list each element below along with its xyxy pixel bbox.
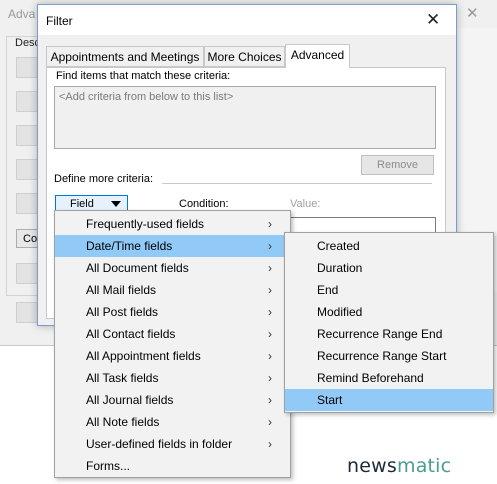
menu-item-modified[interactable]: Modified xyxy=(285,301,493,323)
chevron-right-icon: › xyxy=(268,327,272,341)
menu-item-label: Forms... xyxy=(86,459,130,473)
close-icon[interactable]: ✕ xyxy=(426,10,440,30)
menu-item-created[interactable]: Created xyxy=(285,235,493,257)
chevron-right-icon: › xyxy=(268,371,272,385)
menu-item-user-defined-fields[interactable]: User-defined fields in folder › xyxy=(55,433,290,455)
menu-item-all-note-fields[interactable]: All Note fields › xyxy=(55,411,290,433)
background-dialog-title: Adva xyxy=(8,7,36,21)
chevron-right-icon: › xyxy=(268,283,272,297)
chevron-right-icon: › xyxy=(268,349,272,363)
criteria-placeholder: <Add criteria from below to this list> xyxy=(59,91,234,103)
menu-item-label: All Document fields xyxy=(86,261,189,275)
background-close-icon[interactable]: ✕ xyxy=(466,4,479,22)
menu-item-start[interactable]: Start xyxy=(285,389,493,411)
menu-item-recurrence-range-start[interactable]: Recurrence Range Start xyxy=(285,345,493,367)
menu-item-all-task-fields[interactable]: All Task fields › xyxy=(55,367,290,389)
menu-item-forms[interactable]: Forms... xyxy=(55,455,290,477)
newsmatic-logo: newsmatic xyxy=(347,455,452,477)
field-menu: Frequently-used fields › Date/Time field… xyxy=(54,210,291,478)
menu-item-label: All Appointment fields xyxy=(86,349,201,363)
tab-more-choices[interactable]: More Choices xyxy=(204,46,285,67)
chevron-right-icon: › xyxy=(268,393,272,407)
menu-item-label: All Journal fields xyxy=(86,393,174,407)
chevron-right-icon: › xyxy=(268,437,272,451)
remove-button[interactable]: Remove xyxy=(361,155,434,175)
menu-item-all-mail-fields[interactable]: All Mail fields › xyxy=(55,279,290,301)
menu-item-duration[interactable]: Duration xyxy=(285,257,493,279)
menu-item-label: All Contact fields xyxy=(86,327,176,341)
define-more-criteria-label: Define more criteria: xyxy=(54,173,154,185)
tab-advanced[interactable]: Advanced xyxy=(285,44,350,68)
condition-label: Condition: xyxy=(179,198,229,210)
value-label: Value: xyxy=(290,198,321,210)
date-time-submenu: Created Duration End Modified Recurrence… xyxy=(284,232,494,413)
menu-item-label: End xyxy=(317,283,339,297)
chevron-right-icon: › xyxy=(268,217,272,231)
menu-item-label: Remind Beforehand xyxy=(317,371,424,385)
menu-item-all-document-fields[interactable]: All Document fields › xyxy=(55,257,290,279)
menu-item-all-contact-fields[interactable]: All Contact fields › xyxy=(55,323,290,345)
tab-appointments-and-meetings[interactable]: Appointments and Meetings xyxy=(46,46,204,67)
menu-item-label: All Task fields xyxy=(86,371,159,385)
menu-item-label: Duration xyxy=(317,261,363,275)
menu-item-label: Recurrence Range End xyxy=(317,327,443,341)
menu-item-label: All Post fields xyxy=(86,305,159,319)
criteria-list[interactable]: <Add criteria from below to this list> xyxy=(54,86,436,149)
menu-item-label: Start xyxy=(317,393,343,407)
chevron-down-icon xyxy=(111,201,121,207)
find-criteria-label: Find items that match these criteria: xyxy=(56,70,231,82)
filter-dialog-title: Filter xyxy=(46,14,73,28)
menu-item-frequently-used-fields[interactable]: Frequently-used fields › xyxy=(55,213,290,235)
menu-item-label: User-defined fields in folder xyxy=(86,437,233,451)
menu-item-label: Date/Time fields xyxy=(86,239,173,253)
menu-item-end[interactable]: End xyxy=(285,279,493,301)
chevron-right-icon: › xyxy=(268,261,272,275)
filter-titlebar: Filter ✕ xyxy=(38,5,456,35)
menu-item-label: All Note fields xyxy=(86,415,160,429)
menu-item-remind-beforehand[interactable]: Remind Beforehand xyxy=(285,367,493,389)
menu-item-label: Created xyxy=(317,239,360,253)
menu-item-recurrence-range-end[interactable]: Recurrence Range End xyxy=(285,323,493,345)
menu-item-label: Modified xyxy=(317,305,363,319)
menu-item-label: Recurrence Range Start xyxy=(317,349,447,363)
menu-item-date-time-fields[interactable]: Date/Time fields › xyxy=(55,235,290,257)
menu-item-all-journal-fields[interactable]: All Journal fields › xyxy=(55,389,290,411)
background-co-button[interactable]: Co xyxy=(16,229,38,248)
menu-item-label: All Mail fields xyxy=(86,283,157,297)
menu-item-all-post-fields[interactable]: All Post fields › xyxy=(55,301,290,323)
menu-item-all-appointment-fields[interactable]: All Appointment fields › xyxy=(55,345,290,367)
chevron-right-icon: › xyxy=(268,239,272,253)
chevron-right-icon: › xyxy=(268,305,272,319)
chevron-right-icon: › xyxy=(268,415,272,429)
menu-item-label: Frequently-used fields xyxy=(86,217,205,231)
separator-line xyxy=(162,183,432,184)
